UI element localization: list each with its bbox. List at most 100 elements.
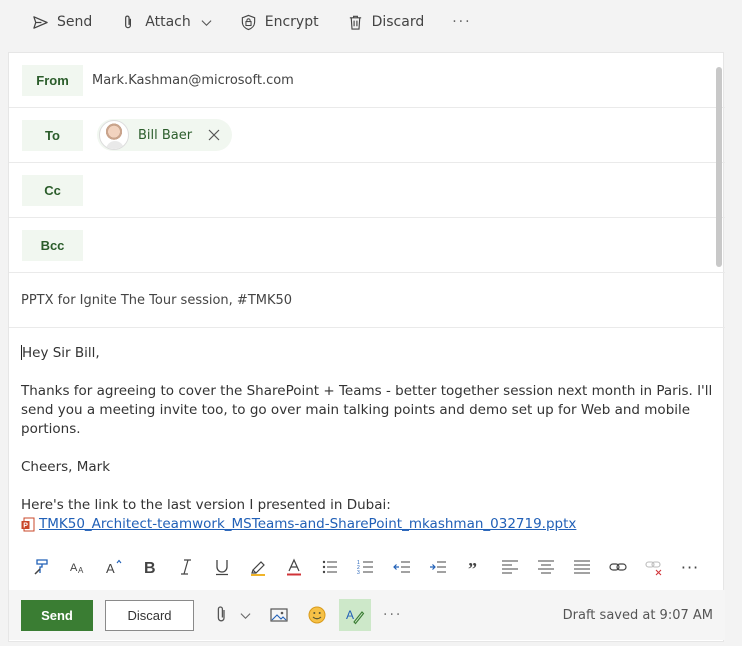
- send-icon: [33, 15, 48, 29]
- to-button[interactable]: To: [22, 119, 83, 151]
- underline-button[interactable]: [211, 556, 233, 578]
- discard-command[interactable]: Discard: [347, 14, 425, 31]
- quote-icon: ”: [468, 559, 477, 576]
- align-left-button[interactable]: [499, 556, 521, 578]
- scrollbar-thumb[interactable]: [716, 67, 722, 267]
- attach-button[interactable]: [212, 605, 251, 625]
- highlighter-icon: [251, 561, 265, 576]
- bcc-button[interactable]: Bcc: [22, 229, 83, 261]
- grow-font-icon: A: [106, 559, 122, 576]
- remove-link-button[interactable]: [643, 556, 665, 578]
- align-center-icon: [538, 560, 554, 574]
- scrollbar[interactable]: [716, 67, 722, 627]
- encrypt-command-label: Encrypt: [264, 14, 319, 30]
- command-bar: Send Attach Encrypt Discard ···: [0, 0, 742, 44]
- attach-command-label: Attach: [145, 14, 191, 30]
- send-button[interactable]: Send: [21, 599, 93, 631]
- insert-link-button[interactable]: [607, 556, 629, 578]
- bcc-row: Bcc: [9, 218, 725, 273]
- close-icon[interactable]: [208, 129, 220, 141]
- greeting-text: Hey Sir Bill,: [22, 345, 100, 361]
- svg-text:B: B: [144, 560, 156, 576]
- decrease-indent-button[interactable]: [391, 556, 413, 578]
- recipient-name: Bill Baer: [138, 127, 193, 143]
- from-row: From Mark.Kashman@microsoft.com: [9, 53, 725, 108]
- from-value: Mark.Kashman@microsoft.com: [92, 72, 294, 88]
- align-left-icon: [502, 560, 518, 574]
- link-icon: [609, 563, 627, 571]
- bullet-list-icon: [322, 560, 337, 574]
- more-options-button[interactable]: ···: [452, 14, 471, 30]
- editor-pen-icon: A: [346, 608, 365, 625]
- link-intro-text: Here's the link to the last version I pr…: [21, 497, 391, 513]
- cc-button[interactable]: Cc: [22, 174, 83, 206]
- paperclip-icon: [217, 606, 225, 622]
- discard-command-label: Discard: [371, 14, 425, 30]
- picture-icon: [270, 608, 288, 622]
- bold-icon: B: [144, 560, 156, 576]
- font-color-icon: [287, 558, 301, 576]
- numbering-button[interactable]: 123: [355, 556, 377, 578]
- unlink-icon: [645, 561, 662, 576]
- from-button[interactable]: From: [22, 64, 83, 96]
- to-row: To Bill Baer: [9, 108, 725, 163]
- format-painter-button[interactable]: [31, 556, 53, 578]
- chevron-down-icon[interactable]: [201, 17, 212, 28]
- emoji-icon: [308, 606, 326, 624]
- discard-button[interactable]: Discard: [105, 599, 194, 631]
- emoji-button[interactable]: [307, 605, 327, 625]
- numbered-list-icon: 123: [357, 560, 373, 576]
- cc-row: Cc: [9, 163, 725, 218]
- underline-icon: [216, 560, 228, 576]
- attachment-link-line: P TMK50_Architect-teamwork_MSTeams-and-S…: [21, 515, 716, 534]
- align-right-button[interactable]: [571, 556, 593, 578]
- align-right-icon: [574, 560, 590, 574]
- bold-button[interactable]: B: [139, 556, 161, 578]
- italic-icon: [181, 559, 191, 575]
- svg-text:”: ”: [468, 559, 477, 576]
- subject-field[interactable]: PPTX for Ignite The Tour session, #TMK50: [9, 273, 725, 328]
- increase-indent-icon: [430, 561, 446, 573]
- bullets-button[interactable]: [319, 556, 341, 578]
- powerpoint-icon: P: [21, 517, 35, 532]
- svg-text:A: A: [78, 566, 84, 575]
- italic-button[interactable]: [175, 556, 197, 578]
- increase-indent-button[interactable]: [427, 556, 449, 578]
- svg-text:A: A: [346, 608, 354, 622]
- svg-text:A: A: [106, 561, 115, 576]
- font-size-icon: AA: [70, 562, 84, 575]
- format-painter-icon: [34, 559, 48, 575]
- draft-status: Draft saved at 9:07 AM: [562, 607, 713, 623]
- encrypt-command[interactable]: Encrypt: [240, 14, 319, 31]
- editor-button[interactable]: A: [339, 599, 371, 631]
- action-more-button[interactable]: ···: [383, 607, 402, 623]
- svg-text:A: A: [70, 562, 78, 574]
- quote-button[interactable]: ”: [463, 556, 485, 578]
- body-paragraph: Thanks for agreeing to cover the SharePo…: [21, 383, 713, 437]
- recipient-chip[interactable]: Bill Baer: [97, 119, 233, 151]
- attach-command[interactable]: Attach: [120, 14, 212, 31]
- highlight-button[interactable]: [247, 556, 269, 578]
- formatting-toolbar: AA A B 123 ” ···: [9, 551, 725, 583]
- send-command[interactable]: Send: [32, 14, 92, 31]
- chevron-down-icon[interactable]: [240, 610, 251, 621]
- grow-font-button[interactable]: A: [103, 556, 125, 578]
- attachment-link[interactable]: TMK50_Architect-teamwork_MSTeams-and-Sha…: [39, 515, 576, 534]
- align-center-button[interactable]: [535, 556, 557, 578]
- font-color-button[interactable]: [283, 556, 305, 578]
- compose-form: From Mark.Kashman@microsoft.com To Bill …: [8, 52, 725, 642]
- insert-picture-button[interactable]: [269, 605, 289, 625]
- svg-text:3: 3: [357, 570, 360, 576]
- shield-lock-icon: [241, 14, 255, 30]
- message-body[interactable]: Hey Sir Bill, Thanks for agreeing to cov…: [21, 344, 716, 534]
- send-command-label: Send: [57, 14, 93, 30]
- svg-text:P: P: [23, 523, 28, 530]
- font-size-button[interactable]: AA: [67, 556, 89, 578]
- trash-icon: [349, 15, 361, 30]
- action-bar: Send Discard A ··· Draft saved at 9:07 A…: [9, 590, 725, 640]
- signoff-text: Cheers, Mark: [21, 459, 111, 475]
- decrease-indent-icon: [393, 561, 410, 573]
- avatar: [99, 120, 129, 150]
- paperclip-icon: [125, 15, 132, 28]
- format-more-button[interactable]: ···: [679, 556, 701, 578]
